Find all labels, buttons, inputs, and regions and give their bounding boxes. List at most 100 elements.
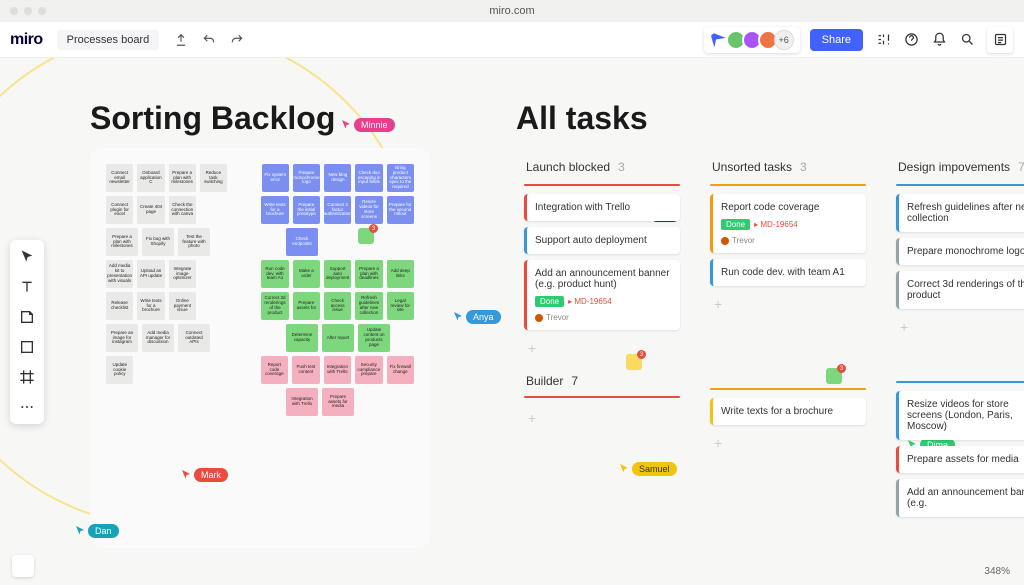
kanban-card[interactable]: Write texts for a brochure [710, 398, 866, 425]
sticky-note[interactable]: Onboard application C [137, 164, 164, 192]
settings-icon[interactable] [870, 27, 896, 53]
close-dot[interactable] [10, 7, 18, 15]
url-bar: miro.com [489, 5, 534, 17]
sticky-note[interactable]: Determine capacity [286, 324, 318, 352]
miro-logo[interactable]: miro [10, 31, 43, 49]
sticky-note[interactable]: Legal review for site [387, 292, 414, 320]
sticky-note[interactable]: Resize videos for store screens [355, 196, 382, 224]
bell-icon[interactable] [926, 27, 952, 53]
sticky-note[interactable]: Report code coverage [261, 356, 288, 384]
sticky-note[interactable]: Security compliance prepare [355, 356, 382, 384]
sticky-note[interactable]: Check duo escaping in input fields [355, 164, 382, 192]
kanban-card[interactable]: Resize videos for store screens (London,… [896, 391, 1024, 440]
sticky-note[interactable]: Integration with Trello [324, 356, 351, 384]
sticky-note[interactable]: Add deep links [387, 260, 414, 288]
sticky-note[interactable]: Bring product characters spec to the req… [387, 164, 414, 192]
kanban-card[interactable]: Support auto deployment [524, 227, 680, 254]
kanban-card[interactable]: Run code dev. with team A1 [710, 259, 866, 286]
add-card-button[interactable]: + [888, 315, 1024, 339]
kanban-card[interactable]: Refresh guidelines after new collection [896, 194, 1024, 232]
avatar-more[interactable]: +6 [774, 30, 794, 50]
column-bar [710, 184, 866, 186]
user-cursor-dan: Dan [74, 524, 119, 538]
sticky-note[interactable]: Check endpoints [286, 228, 318, 256]
sticky-note[interactable]: Check access issue [324, 292, 351, 320]
sticky-note[interactable]: Prepare a plan with milestones [169, 164, 196, 192]
sticky-note[interactable]: Check the connection with canva [169, 196, 196, 224]
comment-badge[interactable]: 3 [358, 228, 374, 244]
help-icon[interactable] [898, 27, 924, 53]
sticky-note[interactable]: Write texts for a brochure [261, 196, 288, 224]
sticky-note[interactable]: Online payment issue [169, 292, 196, 320]
kanban-card[interactable]: Add an announcement banner (e.g. [896, 479, 1024, 517]
sticky-note[interactable]: Add media manager for discussion [142, 324, 174, 352]
kanban-card[interactable]: Prepare monochrome logo [896, 238, 1024, 265]
sticky-note[interactable]: Prepare assets for [293, 292, 320, 320]
sticky-note[interactable]: Test the feature with photo [178, 228, 210, 256]
add-card-button[interactable]: + [702, 292, 874, 316]
backlog-panel[interactable]: Connect email newsletterOnboard applicat… [90, 148, 430, 548]
panel-icon[interactable] [987, 27, 1013, 53]
undo-icon[interactable] [197, 28, 221, 52]
sticky-note[interactable]: Prepare monochrome logo [293, 164, 320, 192]
sticky-note[interactable]: Fix firewall change [387, 356, 414, 384]
user-cursor-mark: Mark [180, 468, 228, 482]
sticky-note[interactable]: New blog design [324, 164, 351, 192]
sticky-note[interactable]: Integration with Trello [286, 388, 318, 416]
sticky-note[interactable]: Make a order [293, 260, 320, 288]
add-card-button[interactable]: + [516, 336, 688, 360]
kanban-card[interactable]: Add an announcement banner (e.g. product… [524, 260, 680, 330]
column-header[interactable]: Launch blocked3 [516, 152, 688, 184]
column-header[interactable]: Builder7 [516, 360, 688, 396]
kanban-card[interactable]: Correct 3d renderings of the product [896, 271, 1024, 309]
canvas[interactable]: Sorting Backlog All tasks Connect email … [0, 58, 1024, 585]
sticky-note[interactable]: Correct 3d renderings of the product [261, 292, 288, 320]
sticky-note[interactable]: Add media kit to presentation with visua… [106, 260, 133, 288]
min-dot[interactable] [24, 7, 32, 15]
max-dot[interactable] [38, 7, 46, 15]
sticky-note[interactable]: Push test content [292, 356, 319, 384]
sticky-note[interactable]: Prepare for the second rollout [387, 196, 414, 224]
sticky-note[interactable]: Refresh guidelines after new collection [355, 292, 382, 320]
sticky-note[interactable]: Release checklist [106, 292, 133, 320]
sticky-note[interactable]: After report [322, 324, 354, 352]
sticky-note[interactable]: Prepare assets for media [322, 388, 354, 416]
share-button[interactable]: Share [810, 29, 863, 51]
sticky-note[interactable]: Prepare a plan with milestones [106, 228, 138, 256]
kanban-card[interactable]: Report code coverage Done▸ MD-19654 Trev… [710, 194, 866, 253]
sticky-note[interactable]: Integrate image optimizer [169, 260, 196, 288]
minimap-toggle[interactable] [12, 555, 34, 577]
kanban-card[interactable]: Prepare assets for media [896, 446, 1024, 473]
sticky-note[interactable]: Prepare the initial prototype [293, 196, 320, 224]
sticky-note[interactable]: Write texts for a brochure [137, 292, 164, 320]
sticky-note[interactable]: Connect plugin for excel [106, 196, 133, 224]
sticky-note[interactable]: Support auto deployment [324, 260, 351, 288]
sticky-note[interactable]: Fix bug with Shopify [142, 228, 174, 256]
board-name[interactable]: Processes board [57, 30, 160, 50]
sticky-note[interactable]: Reduce task switching [200, 164, 227, 192]
sticky-note[interactable]: Upload an API update [137, 260, 164, 288]
sticky-note[interactable]: Create 404 page [137, 196, 164, 224]
kanban-column-launch-blocked: Launch blocked3 Integration with Trello … [516, 152, 688, 523]
export-icon[interactable] [169, 28, 193, 52]
add-card-button[interactable]: + [702, 431, 874, 455]
sticky-note[interactable]: Update content on products page [358, 324, 390, 352]
kanban-column-design: Design impovements7 Refresh guidelines a… [888, 152, 1024, 523]
sticky-note[interactable]: Run code dev. with team A1 [261, 260, 288, 288]
kanban-card[interactable]: Integration with Trello [524, 194, 680, 221]
sticky-note[interactable]: Prepare a plan with deadlines [355, 260, 382, 288]
redo-icon[interactable] [225, 28, 249, 52]
collaborator-avatars[interactable]: +6 [704, 27, 800, 53]
search-icon[interactable] [954, 27, 980, 53]
zoom-level[interactable]: 348% [984, 566, 1010, 577]
add-card-button[interactable]: + [516, 406, 688, 430]
sticky-note[interactable]: Connect 2 factor authentication [324, 196, 351, 224]
topbar: miro Processes board +6 Share [0, 22, 1024, 58]
sticky-note[interactable]: Prepare an image for instagram [106, 324, 138, 352]
sticky-note[interactable]: Update cookie policy [106, 356, 133, 384]
column-header[interactable]: Unsorted tasks3 [702, 152, 874, 184]
sticky-note[interactable]: Connect email newsletter [106, 164, 133, 192]
sticky-note[interactable]: Connect outdated APIs [178, 324, 210, 352]
sticky-note[interactable]: Fix system error [262, 164, 289, 192]
column-header[interactable]: Design impovements7 [888, 152, 1024, 184]
